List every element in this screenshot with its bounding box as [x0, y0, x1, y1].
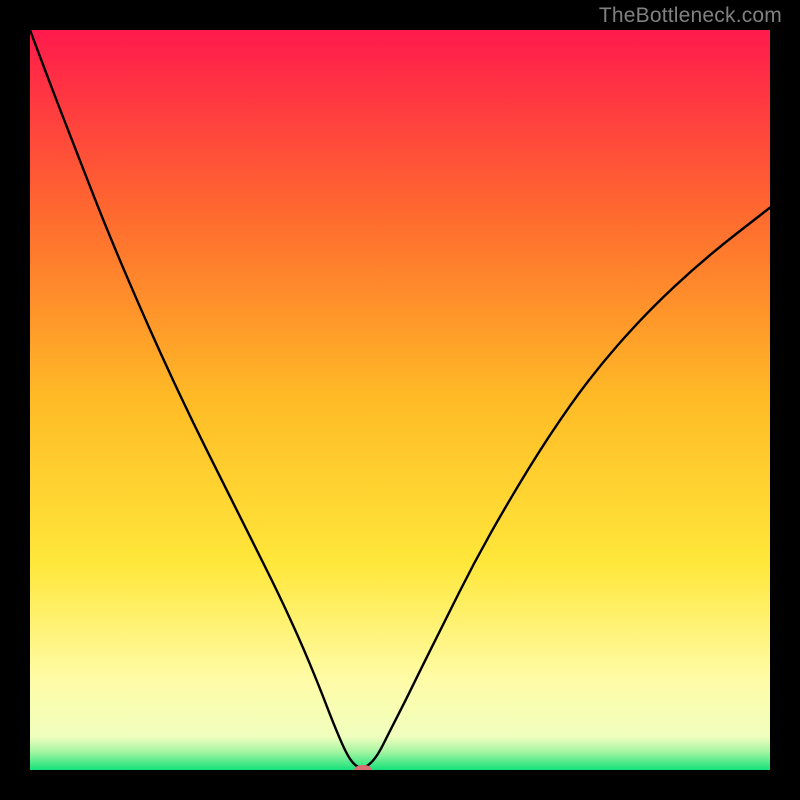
watermark-text: TheBottleneck.com: [599, 4, 782, 28]
chart-background: [30, 30, 770, 770]
chart-frame: TheBottleneck.com: [0, 0, 800, 800]
bottleneck-chart: [30, 30, 770, 770]
